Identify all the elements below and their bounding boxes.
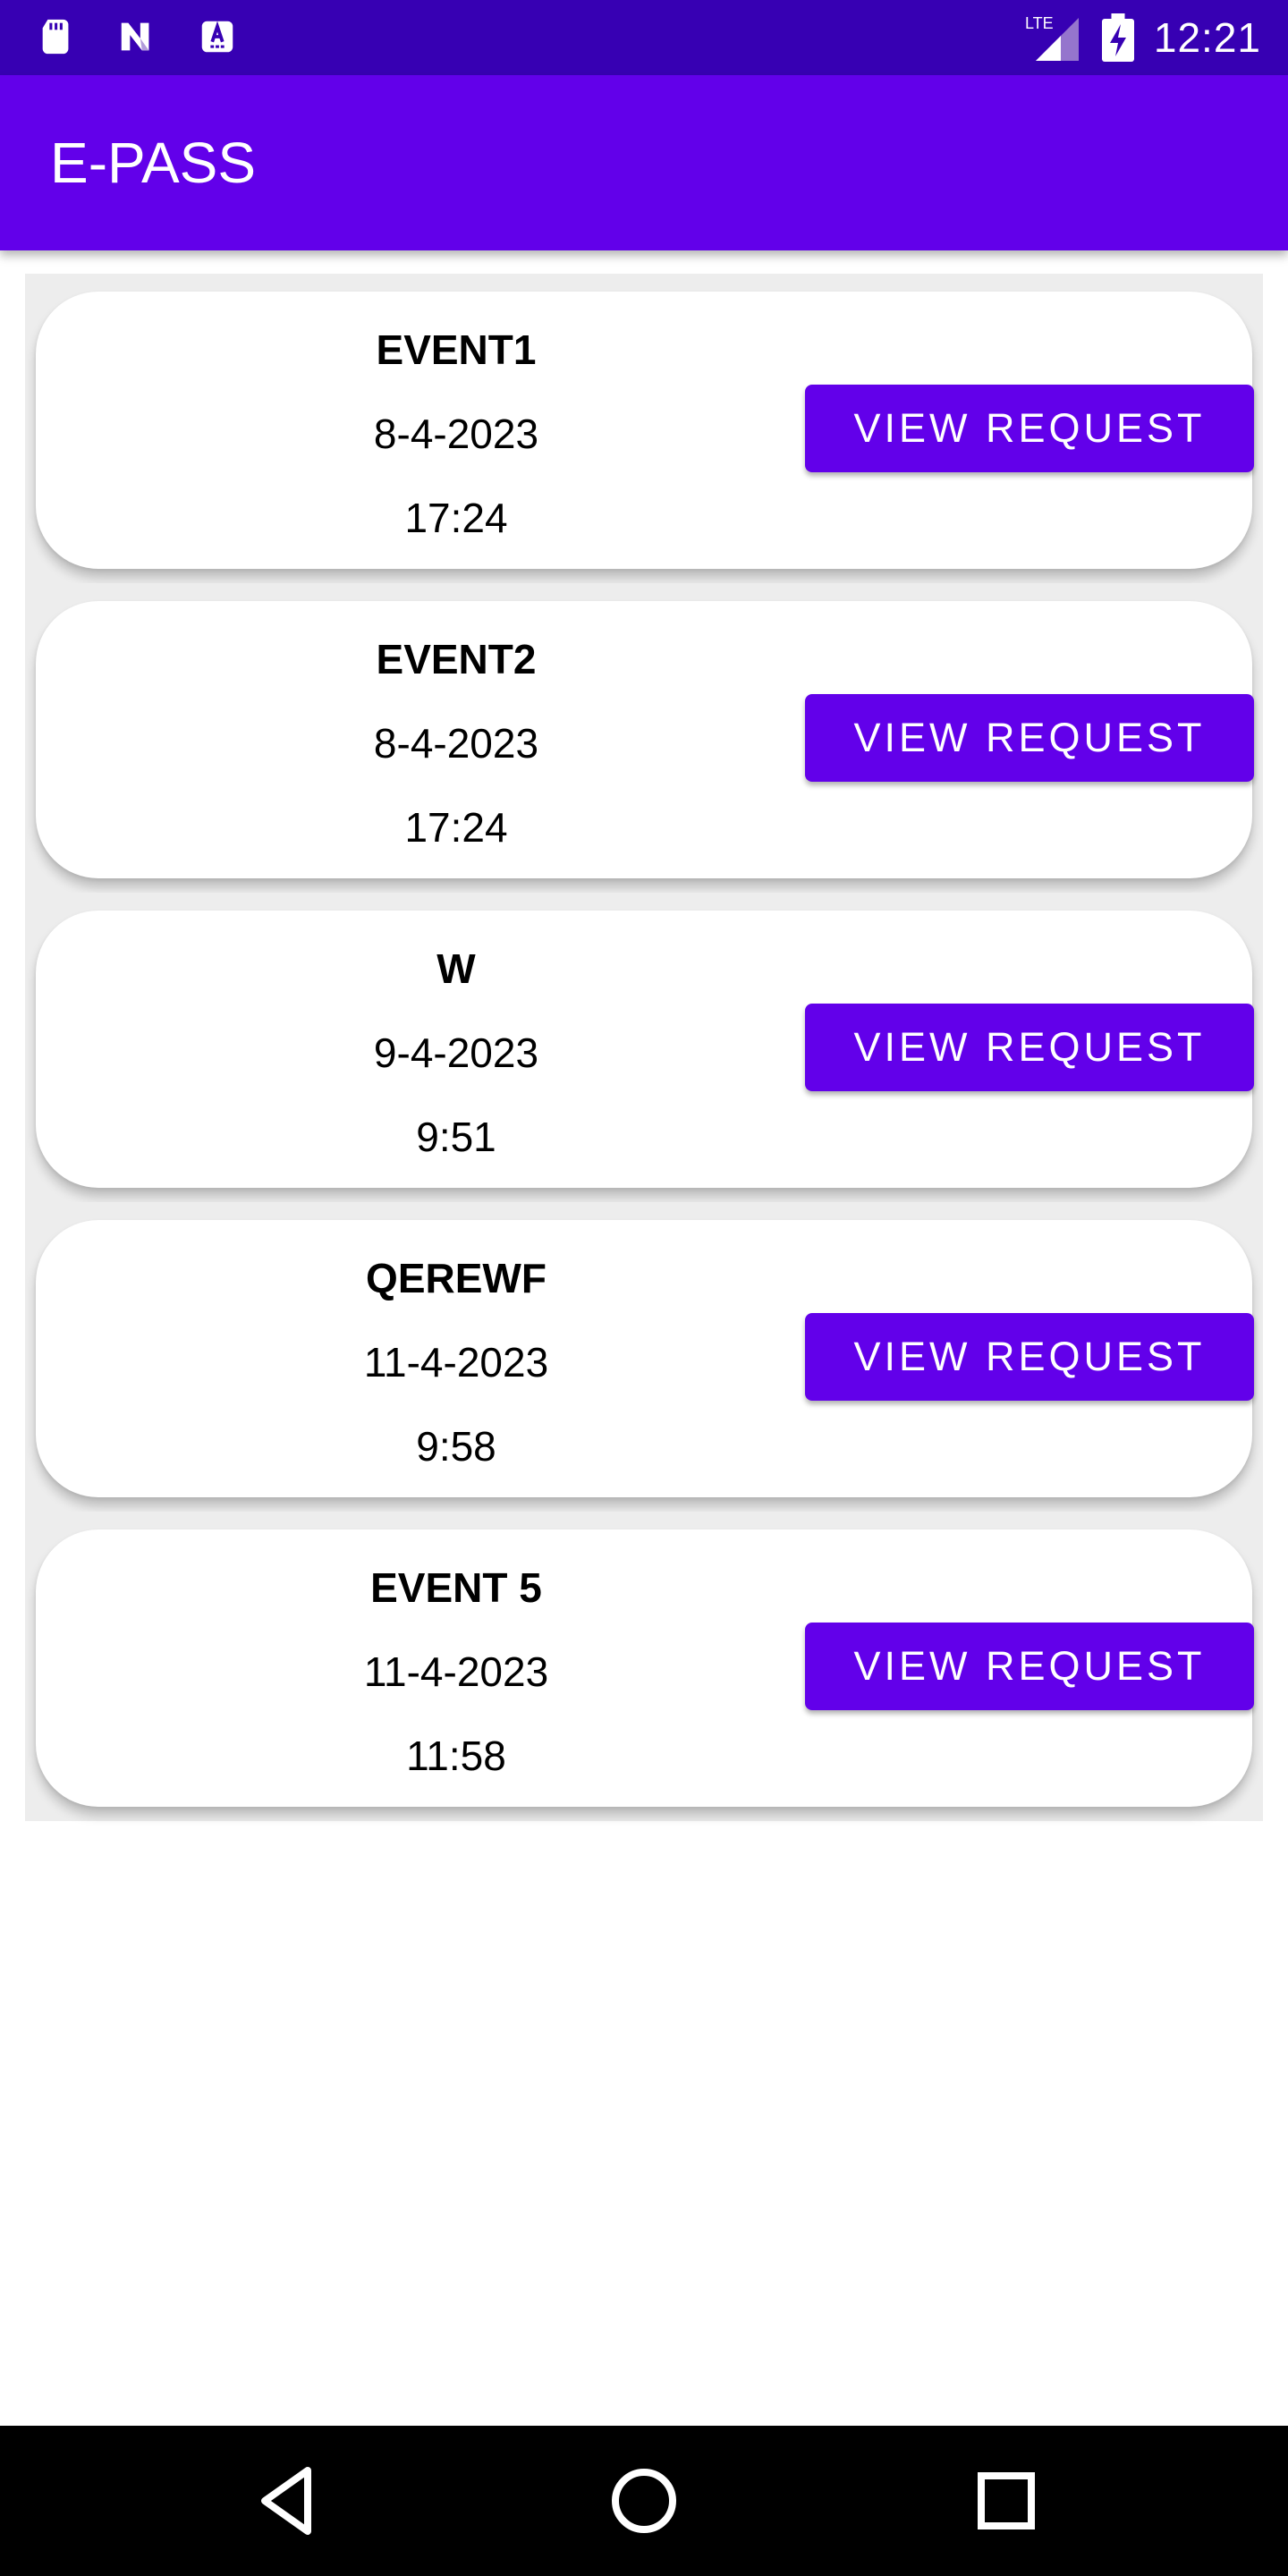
n-logo-icon [121, 22, 149, 51]
event-time: 17:24 [404, 804, 508, 851]
event-card: EVENT1 8-4-2023 17:24 VIEW REQUEST [36, 292, 1254, 569]
event-time: 9:58 [416, 1423, 496, 1470]
battery-charging-icon [1101, 13, 1134, 62]
event-row: W 9-4-2023 9:51 VIEW REQUEST [25, 893, 1263, 1202]
event-name: W [436, 945, 476, 992]
event-date: 11-4-2023 [363, 1648, 549, 1695]
view-request-button[interactable]: VIEW REQUEST [805, 1004, 1254, 1091]
event-name: EVENT2 [376, 636, 537, 682]
event-card: QEREWF 11-4-2023 9:58 VIEW REQUEST [36, 1220, 1254, 1497]
recents-icon[interactable] [962, 2456, 1051, 2546]
event-card: EVENT 5 11-4-2023 11:58 VIEW REQUEST [36, 1530, 1254, 1807]
app-bar: E-PASS [0, 75, 1288, 250]
status-right-icons: LTE 12:21 [1025, 9, 1261, 66]
home-icon[interactable] [599, 2456, 689, 2546]
event-name: EVENT 5 [370, 1564, 542, 1611]
event-name: QEREWF [366, 1255, 547, 1301]
event-time: 11:58 [406, 1733, 506, 1779]
event-name: EVENT1 [376, 326, 537, 373]
svg-text:LTE: LTE [1025, 14, 1054, 32]
status-left-icons [36, 16, 238, 57]
view-request-button[interactable]: VIEW REQUEST [805, 1313, 1254, 1401]
a-keyboard-icon [201, 21, 233, 53]
event-list: EVENT1 8-4-2023 17:24 VIEW REQUEST EVENT… [25, 274, 1263, 1821]
event-card: W 9-4-2023 9:51 VIEW REQUEST [36, 911, 1254, 1188]
navigation-bar [0, 2426, 1288, 2576]
sd-card-icon [42, 19, 69, 55]
view-request-button[interactable]: VIEW REQUEST [805, 694, 1254, 782]
event-time: 9:51 [416, 1114, 496, 1160]
app-title: E-PASS [50, 131, 256, 195]
event-date: 11-4-2023 [363, 1339, 549, 1385]
lte-signal-icon: LTE [1025, 14, 1079, 61]
view-request-button[interactable]: VIEW REQUEST [805, 1623, 1254, 1710]
event-card: EVENT2 8-4-2023 17:24 VIEW REQUEST [36, 601, 1254, 878]
view-request-button[interactable]: VIEW REQUEST [805, 385, 1254, 472]
status-bar: LTE 12:21 [0, 0, 1288, 75]
event-date: 8-4-2023 [373, 411, 539, 457]
event-row: EVENT2 8-4-2023 17:24 VIEW REQUEST [25, 583, 1263, 893]
event-row: EVENT1 8-4-2023 17:24 VIEW REQUEST [25, 274, 1263, 583]
event-date: 8-4-2023 [373, 720, 539, 767]
event-row: EVENT 5 11-4-2023 11:58 VIEW REQUEST [25, 1512, 1263, 1821]
event-date: 9-4-2023 [373, 1030, 539, 1076]
back-icon[interactable] [242, 2456, 331, 2546]
event-row: QEREWF 11-4-2023 9:58 VIEW REQUEST [25, 1202, 1263, 1512]
status-time: 12:21 [1153, 14, 1261, 61]
event-time: 17:24 [404, 495, 508, 541]
